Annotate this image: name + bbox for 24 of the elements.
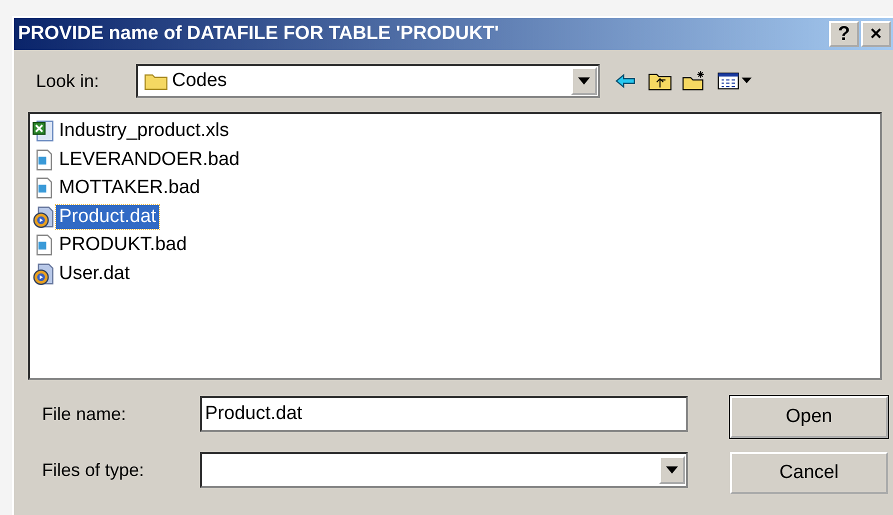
file-item[interactable]: MOTTAKER.bad <box>56 176 204 200</box>
file-name-field[interactable]: Product.dat <box>200 396 688 432</box>
new-folder-icon[interactable] <box>682 71 706 91</box>
file-item[interactable]: LEVERANDOER.bad <box>56 148 243 172</box>
file-type-dropdown[interactable] <box>200 452 688 488</box>
look-in-label: Look in: <box>35 70 100 92</box>
file-name-label: File name: <box>41 404 128 424</box>
file-item[interactable]: PRODUKT.bad <box>56 233 190 258</box>
file-item[interactable]: Industry_product.xls <box>56 119 232 144</box>
view-menu-icon[interactable] <box>716 71 754 91</box>
cancel-button[interactable]: Cancel <box>730 452 888 494</box>
file-type-label: Files of type: <box>41 460 146 480</box>
file-icon <box>32 206 54 228</box>
file-icon <box>32 262 54 285</box>
file-icon <box>32 120 54 142</box>
look-in-dropdown[interactable]: Codes <box>136 64 600 98</box>
up-folder-icon[interactable] <box>648 71 672 91</box>
window-title: PROVIDE name of DATAFILE FOR TABLE 'PRODUKT' <box>18 23 500 45</box>
close-button[interactable]: × <box>861 21 891 47</box>
file-item[interactable]: User.dat <box>56 262 133 286</box>
open-button[interactable]: Open <box>730 396 888 438</box>
file-item[interactable]: Product.dat <box>56 204 160 229</box>
back-arrow-icon[interactable] <box>614 71 638 91</box>
help-button[interactable]: ? <box>829 21 859 47</box>
